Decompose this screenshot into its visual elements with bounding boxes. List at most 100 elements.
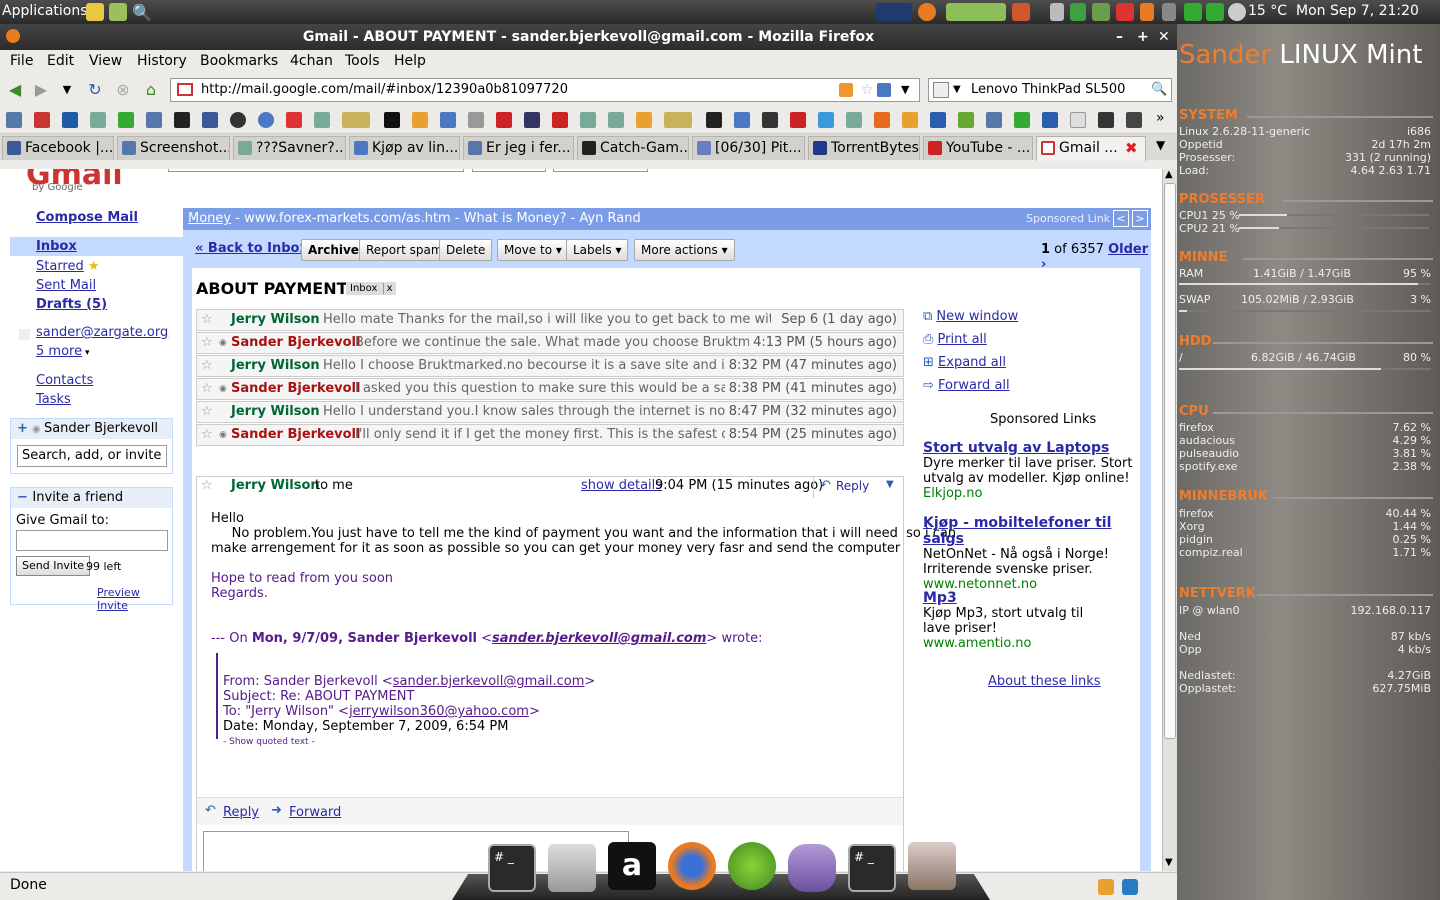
close-tab-icon[interactable]: ✖ (1125, 137, 1138, 159)
url-bar[interactable]: http://mail.google.com/mail/#inbox/12390… (170, 78, 920, 102)
contacts-link[interactable]: Contacts (36, 373, 93, 388)
menu-history[interactable]: History (137, 53, 187, 69)
send-invite-button[interactable]: Send Invite (16, 556, 91, 576)
bookmark-icon[interactable] (1014, 112, 1030, 128)
labels-button[interactable]: Labels ▾ (566, 239, 629, 261)
ad-url[interactable]: Elkjop.no (923, 486, 1139, 501)
bookmark-icon[interactable] (440, 112, 456, 128)
bookmark-folder-icon[interactable] (664, 112, 692, 128)
bookmark-icon[interactable] (1070, 112, 1086, 128)
history-dropdown-icon[interactable]: ▼ (58, 81, 76, 99)
quote-from-email[interactable]: sander.bjerkevoll@gmail.com (393, 674, 585, 689)
tab-torrentbytes[interactable]: TorrentBytes (808, 136, 920, 160)
quote-email-link[interactable]: sander.bjerkevoll@gmail.com (492, 631, 706, 646)
collapse-invite-icon[interactable]: − (17, 490, 32, 505)
amarok-icon[interactable]: a (608, 842, 656, 890)
bookmark-icon[interactable] (384, 112, 400, 128)
reply-options-icon[interactable]: ▼ (886, 479, 894, 490)
bookmark-icon[interactable] (524, 112, 540, 128)
forward-icon[interactable]: ▶ (32, 81, 50, 99)
firefox-dock-icon[interactable] (668, 842, 716, 890)
reply-link[interactable]: Reply (223, 805, 259, 820)
print-all-link[interactable]: Print all (938, 332, 987, 347)
bookmark-icon[interactable] (34, 112, 50, 128)
nav-inbox[interactable]: Inbox (36, 239, 77, 254)
status-dot-icon[interactable]: ◉ (32, 424, 44, 435)
notes-icon[interactable] (86, 3, 104, 21)
expand-all-link[interactable]: Expand all (938, 355, 1006, 370)
message-row[interactable]: ☆ ◉ Sander Bjerkevoll I asked you this ques… (196, 378, 904, 400)
menu-help[interactable]: Help (394, 53, 426, 69)
bookmark-icon[interactable] (790, 112, 806, 128)
vlc-icon[interactable] (1140, 3, 1154, 21)
nav-starred[interactable]: Starred (36, 259, 84, 274)
search-web-button[interactable] (553, 169, 648, 172)
bookmark-icon[interactable] (608, 112, 624, 128)
bookmark-icon[interactable] (818, 112, 834, 128)
tab-pit[interactable]: [06/30] Pit... (692, 136, 805, 160)
bookmark-icon[interactable] (636, 112, 652, 128)
tab-savner[interactable]: ???Savner?... (233, 136, 346, 160)
back-icon[interactable]: ◀ (6, 81, 24, 99)
nav-sent-mail[interactable]: Sent Mail (36, 278, 96, 293)
stop-icon[interactable]: ⊗ (114, 81, 132, 99)
bookmark-icon[interactable] (496, 112, 512, 128)
bookmark-icon[interactable] (580, 112, 596, 128)
pidgin-icon[interactable] (788, 844, 836, 892)
bookmark-icon[interactable] (90, 112, 106, 128)
menu-bookmarks[interactable]: Bookmarks (200, 53, 278, 69)
about-these-links[interactable]: About these links (988, 674, 1101, 689)
bookmark-icon[interactable] (1126, 112, 1142, 128)
ad-title-link[interactable]: Stort utvalg av Laptops (923, 440, 1109, 456)
maximize-button[interactable]: + (1137, 24, 1149, 50)
remove-label-button[interactable]: x (382, 283, 393, 294)
scroll-up-icon[interactable]: ▲ (1165, 169, 1173, 180)
tab-er-jeg[interactable]: Er jeg i fer... (463, 136, 574, 160)
reply-button[interactable]: Reply (836, 479, 869, 493)
bookmark-icon[interactable] (1042, 112, 1058, 128)
show-quoted-text-link[interactable]: - Show quoted text - (223, 735, 315, 750)
search-mail-input[interactable] (168, 169, 464, 172)
addon-status-icon[interactable] (1122, 879, 1138, 895)
bookmark-icon[interactable] (118, 112, 134, 128)
spotify-icon[interactable] (728, 842, 776, 890)
delete-button[interactable]: Delete (439, 239, 493, 261)
bookmark-icon[interactable] (902, 112, 918, 128)
bookmark-folder-icon[interactable] (342, 112, 370, 128)
menu-view[interactable]: View (89, 53, 122, 69)
bookmark-icon[interactable] (846, 112, 862, 128)
ad-money-link[interactable]: Money (188, 211, 231, 226)
webcam-avatar-icon[interactable] (908, 842, 956, 890)
bookmark-icon[interactable] (468, 112, 484, 128)
ad-next-button[interactable]: > (1132, 210, 1148, 227)
move-to-button[interactable]: Move to ▾ (497, 239, 569, 261)
close-window-button[interactable]: ✕ (1158, 24, 1170, 50)
preview-invite-link[interactable]: Preview Invite (97, 586, 140, 612)
gmail-bookmark-icon[interactable] (286, 112, 302, 128)
scroll-thumb[interactable] (1164, 183, 1176, 739)
message-row[interactable]: ☆ ◉ Sander Bjerkevoll I'll only send it if … (196, 424, 904, 446)
search-icon[interactable]: 🔍 (132, 3, 152, 22)
firefox-task-icon[interactable] (1012, 3, 1030, 21)
bookmark-icon[interactable] (412, 112, 428, 128)
bookmark-icon[interactable] (734, 112, 750, 128)
bookmark-icon[interactable] (986, 112, 1002, 128)
terminal-icon[interactable]: # _ (848, 844, 896, 892)
mail-icon[interactable] (1116, 3, 1134, 21)
search-engine-icon[interactable] (933, 82, 949, 98)
star-icon[interactable]: ☆ (201, 333, 213, 353)
minimize-button[interactable]: – (1116, 24, 1123, 50)
tasks-link[interactable]: Tasks (36, 392, 71, 407)
star-icon[interactable]: ☆ (201, 356, 213, 376)
bookmark-icon[interactable] (258, 112, 274, 128)
report-spam-button[interactable]: Report spam (359, 239, 450, 261)
nav-drafts[interactable]: Drafts (5) (36, 297, 107, 312)
lock-icon[interactable] (1162, 3, 1176, 21)
bookmark-icon[interactable] (62, 112, 78, 128)
title-bar[interactable]: Gmail - ABOUT PAYMENT - sander.bjerkevol… (0, 24, 1177, 50)
wifi-icon[interactable] (1184, 3, 1202, 21)
workspace-switcher-icon[interactable] (946, 3, 1006, 21)
bookmarks-overflow-icon[interactable]: » (1156, 110, 1165, 126)
url-dropdown-icon[interactable]: ▼ (901, 79, 909, 101)
firefox-icon[interactable] (918, 3, 936, 21)
